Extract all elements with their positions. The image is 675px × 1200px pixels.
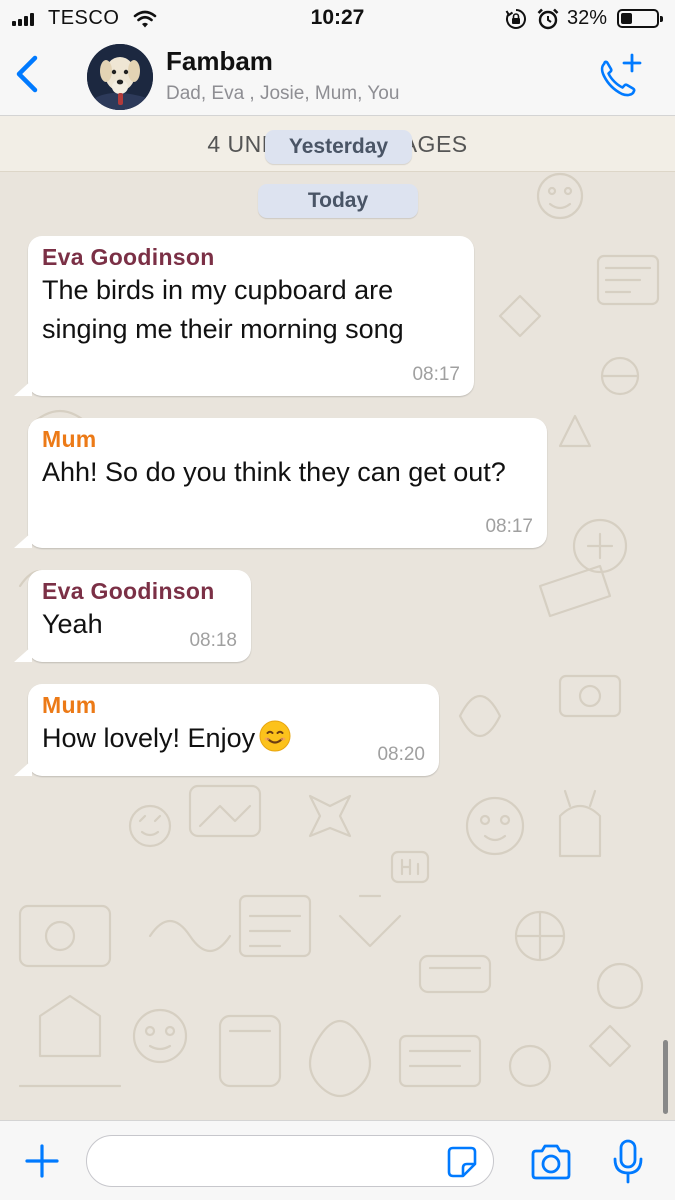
- message-time: 08:17: [412, 364, 460, 385]
- message-text: Ahh! So do you think they can get out?: [42, 457, 506, 487]
- message-time: 08:18: [189, 630, 237, 651]
- battery-percentage: 32%: [567, 7, 608, 29]
- message-bubble[interactable]: Eva Goodinson The birds in my cupboard a…: [14, 236, 474, 396]
- smiling-face-icon: [259, 720, 291, 752]
- status-bar: TESCO 10:27 32%: [0, 0, 675, 38]
- message-time: 08:17: [485, 516, 533, 537]
- back-button[interactable]: [8, 50, 48, 100]
- message-sender: Eva Goodinson: [42, 244, 215, 270]
- microphone-button[interactable]: [612, 1139, 644, 1185]
- plus-icon: [25, 1144, 59, 1178]
- rotation-lock-icon: [505, 9, 526, 29]
- chat-header: Fambam Dad, Eva , Josie, Mum, You: [0, 38, 675, 116]
- date-chip-yesterday: Yesterday: [265, 130, 412, 164]
- message-bubble[interactable]: Eva Goodinson Yeah 08:18: [14, 570, 251, 662]
- phone-add-icon: [600, 53, 642, 97]
- message-sender: Mum: [42, 692, 97, 718]
- chat-title[interactable]: Fambam: [166, 46, 273, 77]
- message-bubble[interactable]: Mum How lovely! Enjoy 08:20: [14, 684, 439, 776]
- microphone-icon: [613, 1139, 643, 1184]
- alarm-icon: [537, 8, 559, 30]
- message-input-bar: [0, 1120, 675, 1200]
- camera-button[interactable]: [529, 1143, 573, 1181]
- message-input[interactable]: [86, 1135, 494, 1187]
- camera-icon: [531, 1144, 571, 1180]
- chevron-left-icon: [16, 55, 38, 93]
- add-call-button[interactable]: [594, 52, 644, 100]
- message-sender: Eva Goodinson: [42, 578, 215, 604]
- message-text: The birds in my cupboard are singing me …: [42, 275, 404, 344]
- date-chip-today: Today: [258, 184, 418, 218]
- message-text-row: How lovely! Enjoy: [42, 719, 425, 758]
- dog-photo-icon: [87, 44, 153, 110]
- sticker-icon: [447, 1146, 477, 1178]
- attach-button[interactable]: [22, 1141, 62, 1181]
- message-time: 08:20: [377, 744, 425, 765]
- message-text: How lovely! Enjoy: [42, 723, 256, 753]
- chat-area[interactable]: 4 UNREAD MESSAGES Yesterday Today Eva Go…: [0, 116, 675, 1120]
- sticker-button[interactable]: [445, 1146, 479, 1178]
- message-sender: Mum: [42, 426, 97, 452]
- battery-icon: [617, 9, 663, 28]
- message-bubble[interactable]: Mum Ahh! So do you think they can get ou…: [14, 418, 547, 548]
- group-avatar[interactable]: [87, 44, 153, 110]
- participants-list[interactable]: Dad, Eva , Josie, Mum, You: [166, 83, 399, 105]
- scrollbar[interactable]: [663, 1040, 668, 1114]
